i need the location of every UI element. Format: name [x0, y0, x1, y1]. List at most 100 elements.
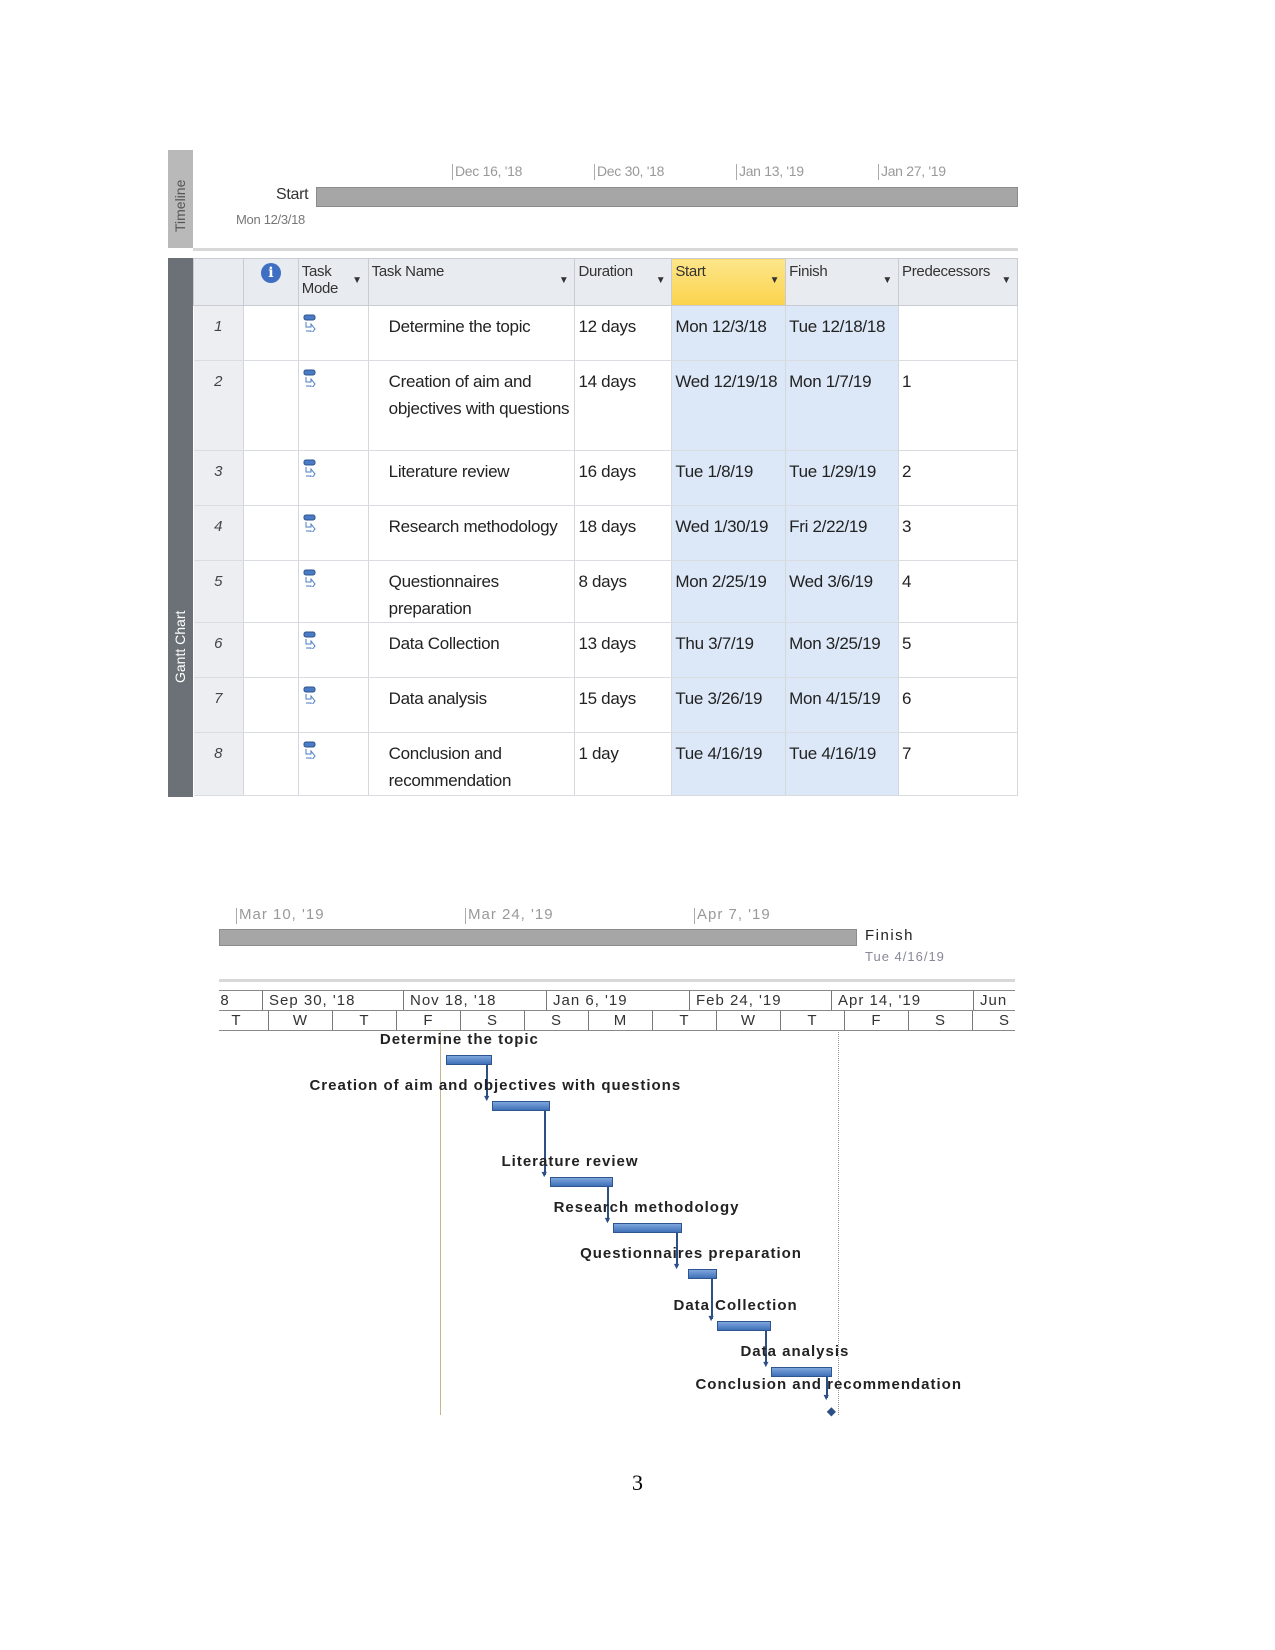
- task-name-cell[interactable]: Research methodology: [368, 505, 576, 561]
- task-mode-cell[interactable]: [298, 305, 369, 361]
- dropdown-arrow-icon[interactable]: ▼: [1001, 275, 1011, 286]
- row-number[interactable]: 7: [193, 677, 244, 733]
- header-duration[interactable]: Duration ▼: [574, 258, 673, 306]
- header-predecessors[interactable]: Predecessors ▼: [898, 258, 1018, 306]
- table-row[interactable]: 8 Conclusion and recommendation 1 day Tu…: [193, 732, 1018, 796]
- finish-cell[interactable]: Fri 2/22/19: [785, 505, 900, 561]
- dropdown-arrow-icon[interactable]: ▼: [656, 275, 666, 286]
- finish-cell[interactable]: Tue 4/16/19: [785, 732, 900, 796]
- row-number[interactable]: 6: [193, 622, 244, 678]
- task-mode-cell[interactable]: [298, 560, 369, 623]
- task-bar-label[interactable]: Creation of aim and objectives with ques…: [309, 1077, 681, 1094]
- task-bar-label[interactable]: Conclusion and recommendation: [695, 1376, 962, 1393]
- start-cell[interactable]: Mon 12/3/18: [671, 305, 787, 361]
- dropdown-arrow-icon[interactable]: ▼: [882, 275, 892, 286]
- dropdown-arrow-icon[interactable]: ▼: [559, 275, 569, 286]
- predecessors-cell[interactable]: 1: [898, 360, 1018, 451]
- finish-cell[interactable]: Wed 3/6/19: [785, 560, 900, 623]
- row-number[interactable]: 4: [193, 505, 244, 561]
- table-row[interactable]: 1 Determine the topic 12 days Mon 12/3/1…: [193, 305, 1018, 361]
- table-row[interactable]: 7 Data analysis 15 days Tue 3/26/19 Mon …: [193, 677, 1018, 733]
- task-mode-cell[interactable]: [298, 622, 369, 678]
- task-bar-label[interactable]: Questionnaires preparation: [580, 1245, 802, 1262]
- row-number[interactable]: 1: [193, 305, 244, 361]
- task-name-cell[interactable]: Data analysis: [368, 677, 576, 733]
- task-name-cell[interactable]: Conclusion and recommendation: [368, 732, 576, 796]
- timeline-bar[interactable]: [219, 929, 857, 946]
- table-row[interactable]: 2 Creation of aim and objectives with qu…: [193, 360, 1018, 451]
- gantt-scale-minor: TWTFSSMTWTFSS: [219, 1010, 1015, 1031]
- row-number[interactable]: 5: [193, 560, 244, 623]
- task-mode-cell[interactable]: [298, 677, 369, 733]
- table-row[interactable]: 4 Research methodology 18 days Wed 1/30/…: [193, 505, 1018, 561]
- finish-cell[interactable]: Mon 1/7/19: [785, 360, 900, 451]
- duration-cell[interactable]: 18 days: [574, 505, 673, 561]
- task-bar[interactable]: [613, 1223, 683, 1233]
- table-row[interactable]: 6 Data Collection 13 days Thu 3/7/19 Mon…: [193, 622, 1018, 678]
- header-indicators[interactable]: i: [242, 258, 299, 306]
- start-cell[interactable]: Tue 3/26/19: [671, 677, 787, 733]
- page-number: 3: [632, 1470, 643, 1495]
- task-mode-cell[interactable]: [298, 450, 369, 506]
- task-bar-label[interactable]: Data analysis: [740, 1343, 849, 1360]
- task-name-cell[interactable]: Questionnaires preparation: [368, 560, 576, 623]
- table-row[interactable]: 3 Literature review 16 days Tue 1/8/19 T…: [193, 450, 1018, 506]
- dropdown-arrow-icon[interactable]: ▼: [770, 275, 780, 286]
- task-bar[interactable]: [687, 1269, 717, 1279]
- finish-cell[interactable]: Tue 12/18/18: [785, 305, 900, 361]
- predecessors-cell[interactable]: 2: [898, 450, 1018, 506]
- auto-scheduled-icon: [303, 314, 316, 332]
- predecessors-cell[interactable]: 5: [898, 622, 1018, 678]
- duration-cell[interactable]: 15 days: [574, 677, 673, 733]
- duration-cell[interactable]: 1 day: [574, 732, 673, 796]
- task-bar[interactable]: [549, 1177, 614, 1187]
- duration-cell[interactable]: 12 days: [574, 305, 673, 361]
- table-row[interactable]: 5 Questionnaires preparation 8 days Mon …: [193, 560, 1018, 623]
- finish-cell[interactable]: Mon 3/25/19: [785, 622, 900, 678]
- task-bar[interactable]: [492, 1101, 550, 1111]
- start-cell[interactable]: Wed 12/19/18: [671, 360, 787, 451]
- start-cell[interactable]: Mon 2/25/19: [671, 560, 787, 623]
- task-name-cell[interactable]: Data Collection: [368, 622, 576, 678]
- task-mode-cell[interactable]: [298, 505, 369, 561]
- row-number[interactable]: 2: [193, 360, 244, 451]
- row-number[interactable]: 8: [193, 732, 244, 796]
- task-name-cell[interactable]: Creation of aim and objectives with ques…: [368, 360, 576, 451]
- header-start[interactable]: Start ▼: [671, 258, 787, 306]
- task-bar-label[interactable]: Literature review: [502, 1153, 639, 1170]
- dropdown-arrow-icon[interactable]: ▼: [352, 275, 362, 286]
- task-name-cell[interactable]: Literature review: [368, 450, 576, 506]
- predecessors-cell[interactable]: 4: [898, 560, 1018, 623]
- predecessors-cell[interactable]: [898, 305, 1018, 361]
- predecessors-cell[interactable]: 3: [898, 505, 1018, 561]
- task-bar-label[interactable]: Determine the topic: [380, 1031, 539, 1048]
- finish-cell[interactable]: Mon 4/15/19: [785, 677, 900, 733]
- row-number[interactable]: 3: [193, 450, 244, 506]
- duration-cell[interactable]: 16 days: [574, 450, 673, 506]
- start-cell[interactable]: Thu 3/7/19: [671, 622, 787, 678]
- start-cell[interactable]: Wed 1/30/19: [671, 505, 787, 561]
- header-task-name[interactable]: Task Name ▼: [367, 258, 576, 306]
- predecessors-cell[interactable]: 7: [898, 732, 1018, 796]
- header-row-number[interactable]: [193, 258, 244, 306]
- indicator-cell: [243, 622, 299, 678]
- task-bar[interactable]: [446, 1055, 493, 1065]
- task-bar-label[interactable]: Research methodology: [554, 1199, 740, 1216]
- header-finish[interactable]: Finish ▼: [785, 258, 900, 306]
- predecessors-cell[interactable]: 6: [898, 677, 1018, 733]
- task-bar-label[interactable]: Data Collection: [673, 1297, 797, 1314]
- start-cell[interactable]: Tue 4/16/19: [671, 732, 787, 796]
- task-name-cell[interactable]: Determine the topic: [368, 305, 576, 361]
- duration-cell[interactable]: 13 days: [574, 622, 673, 678]
- duration-cell[interactable]: 14 days: [574, 360, 673, 451]
- task-mode-cell[interactable]: [298, 732, 369, 796]
- start-cell[interactable]: Tue 1/8/19: [671, 450, 787, 506]
- task-mode-cell[interactable]: [298, 360, 369, 451]
- gantt-chart-side-tab[interactable]: Gantt Chart: [168, 258, 193, 797]
- timeline-bar[interactable]: [316, 187, 1018, 207]
- duration-cell[interactable]: 8 days: [574, 560, 673, 623]
- finish-cell[interactable]: Tue 1/29/19: [785, 450, 900, 506]
- timeline-side-tab[interactable]: Timeline: [168, 150, 193, 248]
- header-task-mode[interactable]: Task Mode ▼: [297, 258, 369, 306]
- task-bar[interactable]: [716, 1321, 772, 1331]
